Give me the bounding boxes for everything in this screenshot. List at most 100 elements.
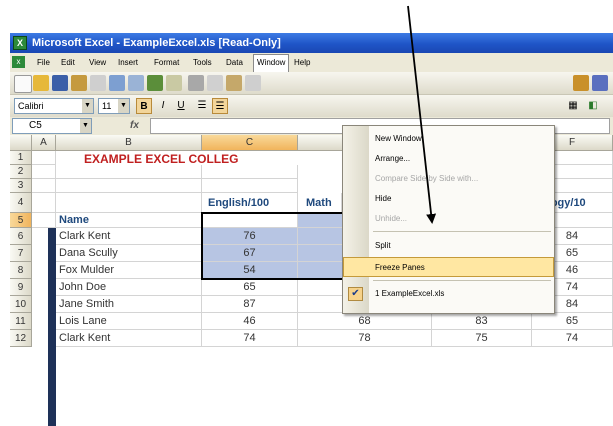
paste-icon[interactable] — [226, 75, 242, 91]
name-box[interactable]: C5 ▼ — [12, 118, 92, 134]
cell-name-r9[interactable]: John Doe — [56, 279, 202, 296]
font-name-combo[interactable]: Calibri ▼ — [14, 98, 94, 114]
cell-d11[interactable]: 68 — [298, 313, 432, 330]
email-icon[interactable] — [90, 75, 106, 91]
menu-separator — [373, 231, 551, 232]
cell-a2[interactable] — [32, 165, 56, 179]
cell-f12[interactable]: 74 — [532, 330, 613, 347]
cell-c6[interactable]: 76 — [202, 228, 298, 245]
cell-a1[interactable] — [32, 151, 56, 165]
print-preview-icon[interactable] — [128, 75, 144, 91]
menu-item-workbook-1[interactable]: ✔ 1 ExampleExcel.xls — [343, 284, 554, 304]
cell-c12[interactable]: 74 — [202, 330, 298, 347]
underline-button[interactable]: U — [173, 98, 189, 114]
bold-button[interactable]: B — [136, 98, 152, 114]
cell-d4[interactable]: Math — [298, 193, 342, 213]
insert-function-icon[interactable]: fx — [130, 118, 139, 134]
chart-wizard-icon[interactable] — [573, 75, 589, 91]
font-size-combo[interactable]: 11 ▼ — [98, 98, 130, 114]
title-bar: X Microsoft Excel - ExampleExcel.xls [Re… — [10, 33, 613, 53]
row-header-9[interactable]: 9 — [10, 279, 32, 296]
cell-c2[interactable] — [202, 165, 298, 179]
cell-c10[interactable]: 87 — [202, 296, 298, 313]
cell-e11[interactable]: 83 — [432, 313, 532, 330]
cell-b2[interactable] — [56, 165, 202, 179]
row-header-6[interactable]: 6 — [10, 228, 32, 245]
cell-name-r12[interactable]: Clark Kent — [56, 330, 202, 347]
cell-b3[interactable] — [56, 179, 202, 193]
cell-d12[interactable]: 78 — [298, 330, 432, 347]
cell-name-r11[interactable]: Lois Lane — [56, 313, 202, 330]
cell-name-r8[interactable]: Fox Mulder — [56, 262, 202, 279]
workbook-menu-icon[interactable]: x — [12, 56, 25, 68]
menu-data[interactable]: Data — [223, 55, 246, 70]
chevron-down-icon[interactable]: ▼ — [118, 99, 129, 113]
row-header-3[interactable]: 3 — [10, 179, 32, 193]
cut-icon[interactable] — [188, 75, 204, 91]
select-all-corner[interactable] — [10, 135, 32, 151]
row-header-5[interactable]: 5 — [10, 213, 32, 228]
menu-tools[interactable]: Tools — [190, 55, 215, 70]
menu-item-arrange[interactable]: Arrange... — [343, 149, 554, 169]
menu-window[interactable]: Window — [253, 54, 290, 72]
copy-icon[interactable] — [207, 75, 223, 91]
print-icon[interactable] — [109, 75, 125, 91]
drawing-icon[interactable] — [592, 75, 608, 91]
cell-b5[interactable]: Name — [56, 213, 202, 228]
save-icon[interactable] — [52, 75, 68, 91]
cell-c8[interactable]: 54 — [202, 262, 298, 279]
menu-file[interactable]: File — [34, 55, 53, 70]
row-header-1[interactable]: 1 — [10, 151, 32, 165]
row-header-10[interactable]: 10 — [10, 296, 32, 313]
format-painter-icon[interactable] — [245, 75, 261, 91]
cell-a3[interactable] — [32, 179, 56, 193]
row-header-2[interactable]: 2 — [10, 165, 32, 179]
column-header-a[interactable]: A — [32, 135, 56, 151]
menu-item-label: Freeze Panes — [375, 263, 425, 272]
research-icon[interactable] — [166, 75, 182, 91]
chevron-down-icon[interactable]: ▼ — [82, 99, 93, 113]
excel-app-icon[interactable]: X — [13, 36, 27, 50]
borders-icon[interactable]: ▦ — [565, 98, 581, 114]
chevron-down-icon[interactable]: ▼ — [80, 119, 91, 133]
cell-b4[interactable] — [56, 193, 202, 213]
excel-window: X Microsoft Excel - ExampleExcel.xls [Re… — [10, 33, 613, 426]
cell-f11[interactable]: 65 — [532, 313, 613, 330]
cell-a5[interactable] — [32, 213, 56, 228]
permission-icon[interactable] — [71, 75, 87, 91]
cell-name-r6[interactable]: Clark Kent — [56, 228, 202, 245]
italic-button[interactable]: I — [155, 98, 171, 114]
cell-e12[interactable]: 75 — [432, 330, 532, 347]
row-header-8[interactable]: 8 — [10, 262, 32, 279]
menu-insert[interactable]: Insert — [115, 55, 141, 70]
row-header-12[interactable]: 12 — [10, 330, 32, 347]
row-header-4[interactable]: 4 — [10, 193, 32, 213]
cell-c11[interactable]: 46 — [202, 313, 298, 330]
menu-format[interactable]: Format — [151, 55, 182, 70]
cell-a4[interactable] — [32, 193, 56, 213]
column-header-c[interactable]: C — [202, 135, 298, 151]
cell-c3[interactable] — [202, 179, 298, 193]
cell-name-r7[interactable]: Dana Scully — [56, 245, 202, 262]
menu-help[interactable]: Help — [291, 55, 313, 70]
row-header-11[interactable]: 11 — [10, 313, 32, 330]
menu-edit[interactable]: Edit — [58, 55, 78, 70]
menu-item-hide[interactable]: Hide — [343, 189, 554, 209]
cell-c7[interactable]: 67 — [202, 245, 298, 262]
cell-c9[interactable]: 65 — [202, 279, 298, 296]
align-left-icon[interactable]: ☰ — [194, 98, 210, 114]
row-header-7[interactable]: 7 — [10, 245, 32, 262]
cell-name-r10[interactable]: Jane Smith — [56, 296, 202, 313]
menu-item-new-window[interactable]: New Window — [343, 129, 554, 149]
spelling-icon[interactable] — [147, 75, 163, 91]
open-icon[interactable] — [33, 75, 49, 91]
menu-item-freeze-panes[interactable]: Freeze Panes — [343, 257, 554, 277]
menu-item-split[interactable]: Split — [343, 236, 554, 256]
new-icon[interactable] — [14, 75, 32, 93]
menu-view[interactable]: View — [86, 55, 109, 70]
cell-c5-active[interactable] — [202, 213, 298, 228]
fill-color-icon[interactable]: ◧ — [585, 98, 601, 114]
column-header-b[interactable]: B — [56, 135, 202, 151]
align-center-icon[interactable]: ☰ — [212, 98, 228, 114]
cell-c4[interactable]: English/100 — [202, 193, 298, 213]
